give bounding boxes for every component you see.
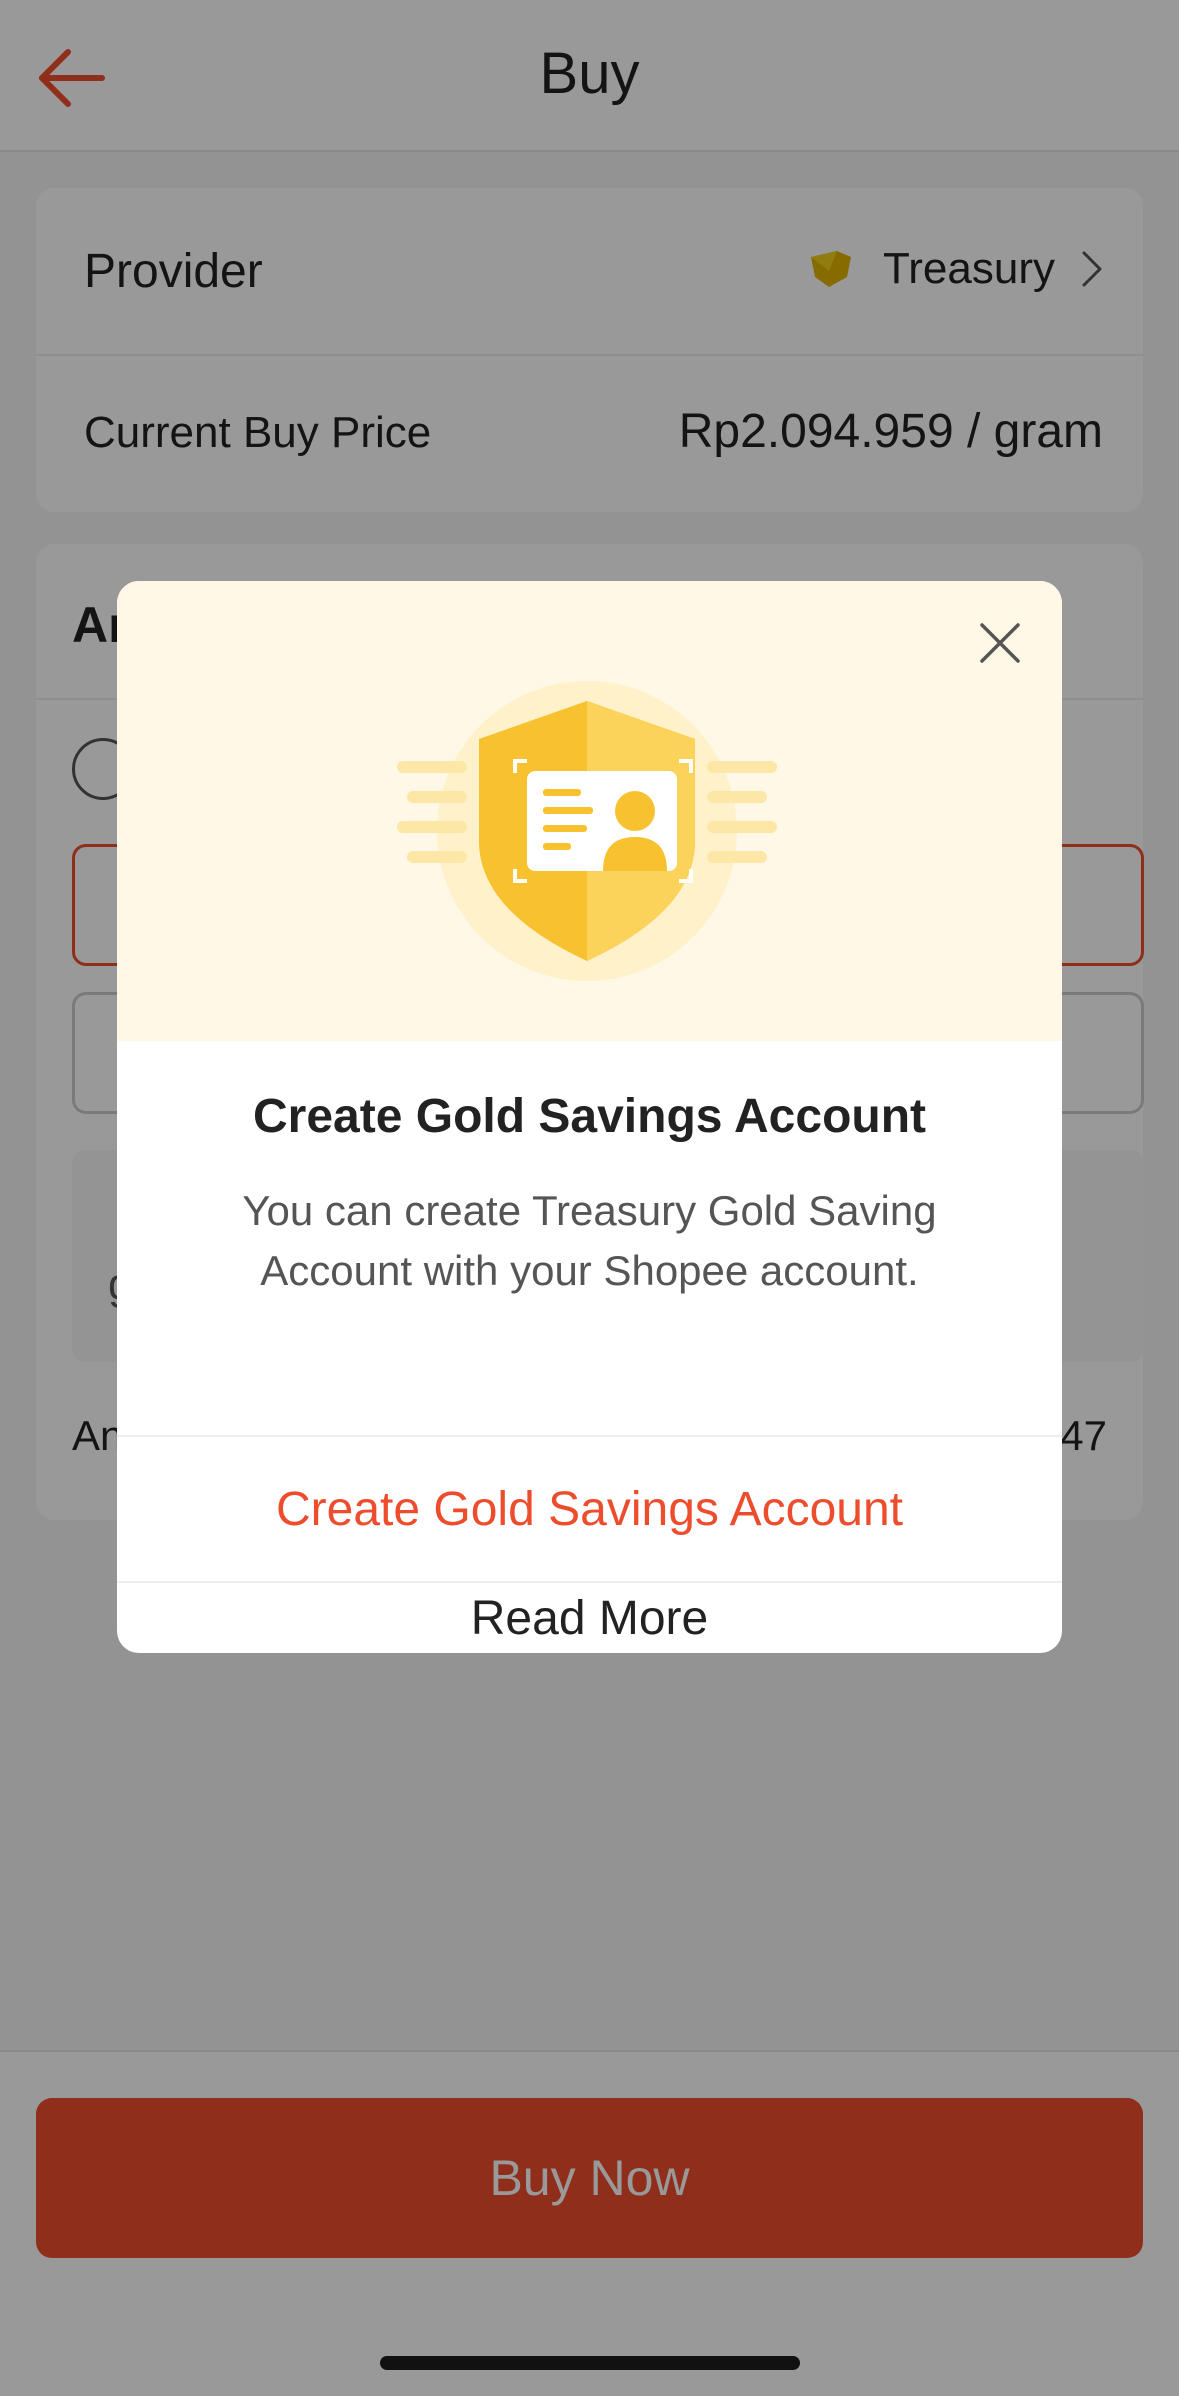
buy-page: Buy Provider Treasury Current Buy Price … (0, 0, 1179, 2396)
close-icon (980, 623, 1020, 663)
modal-hero (117, 581, 1062, 1041)
home-indicator (380, 2356, 800, 2370)
close-button[interactable] (968, 611, 1032, 675)
read-more-button[interactable]: Read More (117, 1583, 1062, 1653)
create-account-modal: Create Gold Savings Account You can crea… (117, 581, 1062, 1653)
create-account-button[interactable]: Create Gold Savings Account (117, 1437, 1062, 1581)
shield-id-card-icon (397, 681, 777, 981)
modal-title: Create Gold Savings Account (252, 1090, 927, 1143)
modal-description: You can create Treasury Gold Saving Acco… (242, 1187, 937, 1294)
